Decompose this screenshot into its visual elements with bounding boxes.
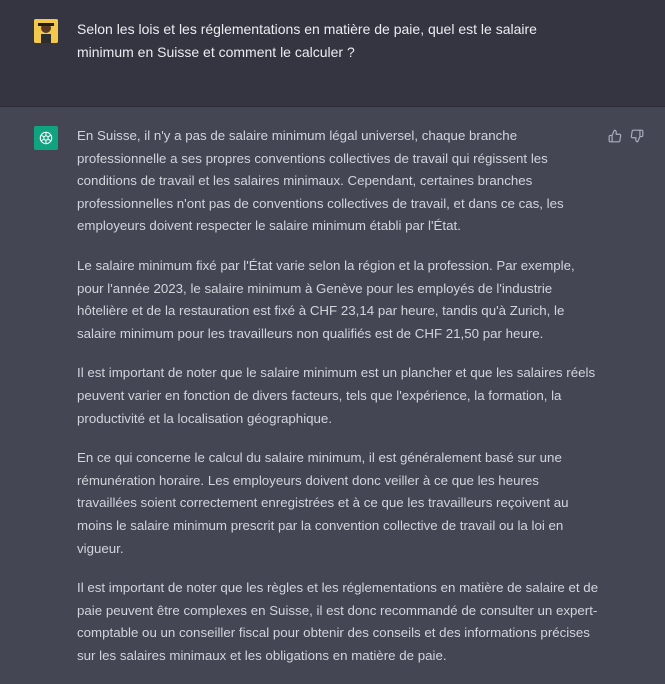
- openai-logo-icon: [34, 126, 58, 150]
- thumbs-down-icon[interactable]: [630, 129, 644, 143]
- assistant-paragraph: En ce qui concerne le calcul du salaire …: [77, 450, 569, 556]
- assistant-paragraph: Le salaire minimum fixé par l'État varie…: [77, 257, 575, 341]
- assistant-paragraph: Il est important de noter que les règles…: [77, 580, 599, 663]
- assistant-paragraph: Il est important de noter que le salaire…: [77, 365, 596, 426]
- assistant-paragraph: En Suisse, il n'y a pas de salaire minim…: [77, 128, 564, 234]
- user-message: Selon les lois et les réglementations en…: [0, 0, 665, 107]
- assistant-message-text: En Suisse, il n'y a pas de salaire minim…: [77, 125, 602, 684]
- assistant-message: En Suisse, il n'y a pas de salaire minim…: [0, 107, 665, 664]
- thumbs-up-icon[interactable]: [608, 129, 622, 143]
- user-message-text: Selon les lois et les réglementations en…: [77, 21, 537, 60]
- user-avatar-icon: [34, 19, 58, 43]
